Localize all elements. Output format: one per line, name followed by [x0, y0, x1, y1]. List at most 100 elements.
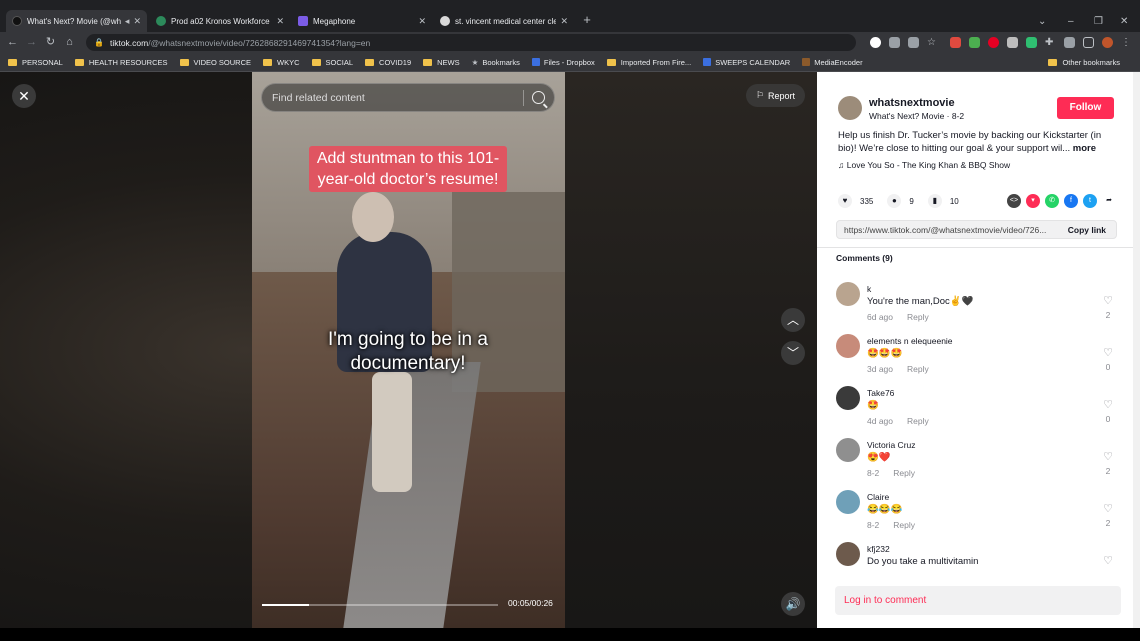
- heart-outline-icon[interactable]: ♡: [1101, 398, 1115, 411]
- scrollbar[interactable]: [1133, 72, 1140, 628]
- extension-icon[interactable]: [950, 37, 961, 48]
- forward-button[interactable]: →: [25, 36, 38, 49]
- install-icon[interactable]: [889, 37, 900, 48]
- tab-tiktok[interactable]: What's Next? Movie (@whats ◂ ✕: [6, 10, 147, 32]
- comment-button[interactable]: ● 9: [887, 194, 914, 208]
- bookmark-item[interactable]: MediaEncoder: [802, 58, 863, 67]
- facebook-icon[interactable]: f: [1064, 194, 1078, 208]
- share-icon[interactable]: [908, 37, 919, 48]
- heart-outline-icon[interactable]: ♡: [1101, 346, 1115, 359]
- avatar[interactable]: [836, 542, 860, 566]
- bookmark-item[interactable]: PERSONAL: [8, 58, 63, 67]
- tab-kronos[interactable]: Prod a02 Kronos Workforce Cent ✕: [150, 10, 290, 32]
- twitter-icon[interactable]: t: [1083, 194, 1097, 208]
- next-video-chevron-down-icon[interactable]: ﹀: [781, 341, 805, 365]
- reply-button[interactable]: Reply: [893, 520, 915, 530]
- close-tab-icon[interactable]: ✕: [133, 16, 141, 27]
- close-window-button[interactable]: ✕: [1120, 10, 1128, 32]
- star-icon: ★: [471, 57, 479, 67]
- new-tab-button[interactable]: +: [580, 13, 594, 27]
- bookmark-item[interactable]: Imported From Fire...: [606, 58, 691, 67]
- tab-search-chevron-icon[interactable]: ⌄: [1038, 10, 1046, 32]
- send-icon[interactable]: ▾: [1026, 194, 1040, 208]
- close-tab-icon[interactable]: ✕: [560, 16, 568, 27]
- reload-button[interactable]: ↻: [44, 36, 57, 49]
- side-panel-icon[interactable]: [1083, 37, 1094, 48]
- search-icon[interactable]: [532, 91, 545, 104]
- avatar[interactable]: [836, 386, 860, 410]
- login-to-comment-button[interactable]: Log in to comment: [835, 586, 1121, 615]
- minimize-button[interactable]: –: [1068, 10, 1074, 32]
- video-progress-bar[interactable]: [262, 604, 498, 606]
- avatar[interactable]: [836, 334, 860, 358]
- bookmark-item[interactable]: SWEEPS CALENDAR: [703, 58, 790, 67]
- share-arrow-icon[interactable]: ➦: [1102, 194, 1116, 208]
- tab-search[interactable]: st. vincent medical center clevela ✕: [434, 10, 574, 32]
- tab-megaphone[interactable]: Megaphone ✕: [292, 10, 432, 32]
- volume-icon[interactable]: 🔊: [781, 592, 805, 616]
- bookmark-item[interactable]: ★ Bookmarks: [472, 58, 520, 67]
- comment-author[interactable]: Take76: [867, 388, 894, 398]
- back-button[interactable]: ←: [6, 36, 19, 49]
- comment-author[interactable]: k: [867, 284, 871, 294]
- bookmark-item[interactable]: COVID19: [365, 58, 411, 67]
- heart-outline-icon[interactable]: ♡: [1101, 294, 1115, 307]
- comment-author[interactable]: kfj232: [867, 544, 890, 554]
- username[interactable]: whatsnextmovie: [869, 97, 955, 109]
- bookmark-item[interactable]: SOCIAL: [311, 58, 353, 67]
- heart-outline-icon[interactable]: ♡: [1101, 554, 1115, 567]
- bookmark-item[interactable]: VIDEO SOURCE: [179, 58, 251, 67]
- comment-author[interactable]: Victoria Cruz: [867, 440, 916, 450]
- other-bookmarks[interactable]: Other bookmarks: [1048, 53, 1120, 72]
- close-icon[interactable]: ✕: [12, 84, 36, 108]
- bookmark-item[interactable]: Files - Dropbox: [531, 58, 595, 67]
- whatsapp-icon[interactable]: ✆: [1045, 194, 1059, 208]
- search-input[interactable]: Find related content: [261, 83, 555, 112]
- comment-meta: 8-2 Reply: [867, 520, 915, 530]
- reply-button[interactable]: Reply: [907, 364, 929, 374]
- address-bar[interactable]: 🔒 tiktok.com/@whatsnextmovie/video/72628…: [86, 34, 856, 51]
- reply-button[interactable]: Reply: [907, 312, 929, 322]
- avatar[interactable]: [838, 96, 862, 120]
- bookmark-star-icon[interactable]: ☆: [927, 37, 938, 48]
- reply-button[interactable]: Reply: [907, 416, 929, 426]
- video-caption: Add stuntman to this 101-year-old doctor…: [309, 146, 507, 192]
- bookmark-item[interactable]: NEWS: [423, 58, 460, 67]
- more-link[interactable]: more: [1073, 143, 1096, 154]
- bookmark-item[interactable]: WKYC: [263, 58, 300, 67]
- share-link-url[interactable]: https://www.tiktok.com/@whatsnextmovie/v…: [844, 225, 1058, 235]
- embed-icon[interactable]: <>: [1007, 194, 1021, 208]
- home-button[interactable]: ⌂: [63, 36, 76, 49]
- reply-button[interactable]: Reply: [893, 468, 915, 478]
- restore-button[interactable]: ❐: [1094, 10, 1103, 32]
- extensions-puzzle-icon[interactable]: ✚: [1045, 37, 1056, 48]
- report-button[interactable]: ⚐ Report: [746, 84, 805, 107]
- extension-icon[interactable]: [969, 37, 980, 48]
- reading-list-icon[interactable]: [1064, 37, 1075, 48]
- music-link[interactable]: ♫ Love You So - The King Khan & BBQ Show: [838, 160, 1010, 170]
- pinterest-icon[interactable]: [988, 37, 999, 48]
- copy-link-button[interactable]: Copy link: [1058, 225, 1116, 235]
- comment-author[interactable]: Claire: [867, 492, 889, 502]
- calendar-icon: [703, 58, 712, 66]
- close-tab-icon[interactable]: ✕: [418, 16, 426, 27]
- user-subtitle: What's Next? Movie · 8-2: [869, 111, 965, 121]
- previous-video-chevron-up-icon[interactable]: ︿: [781, 308, 805, 332]
- bookmark-item[interactable]: HEALTH RESOURCES: [74, 58, 168, 67]
- heart-outline-icon[interactable]: ♡: [1101, 502, 1115, 515]
- save-button[interactable]: ▮ 10: [927, 194, 959, 208]
- heart-outline-icon[interactable]: ♡: [1101, 450, 1115, 463]
- google-lens-icon[interactable]: [870, 37, 881, 48]
- avatar[interactable]: [836, 438, 860, 462]
- like-button[interactable]: ♥ 335: [838, 194, 873, 208]
- avatar[interactable]: [836, 282, 860, 306]
- video-player[interactable]: Find related content Add stuntman to thi…: [252, 72, 565, 628]
- menu-kebab-icon[interactable]: ⋮: [1121, 37, 1132, 48]
- extension-icon[interactable]: [1007, 37, 1018, 48]
- comment-author[interactable]: elements n elequeenie: [867, 336, 953, 346]
- avatar[interactable]: [836, 490, 860, 514]
- close-tab-icon[interactable]: ✕: [276, 16, 284, 27]
- extension-icon[interactable]: [1026, 37, 1037, 48]
- profile-avatar[interactable]: [1102, 37, 1113, 48]
- follow-button[interactable]: Follow: [1057, 97, 1114, 119]
